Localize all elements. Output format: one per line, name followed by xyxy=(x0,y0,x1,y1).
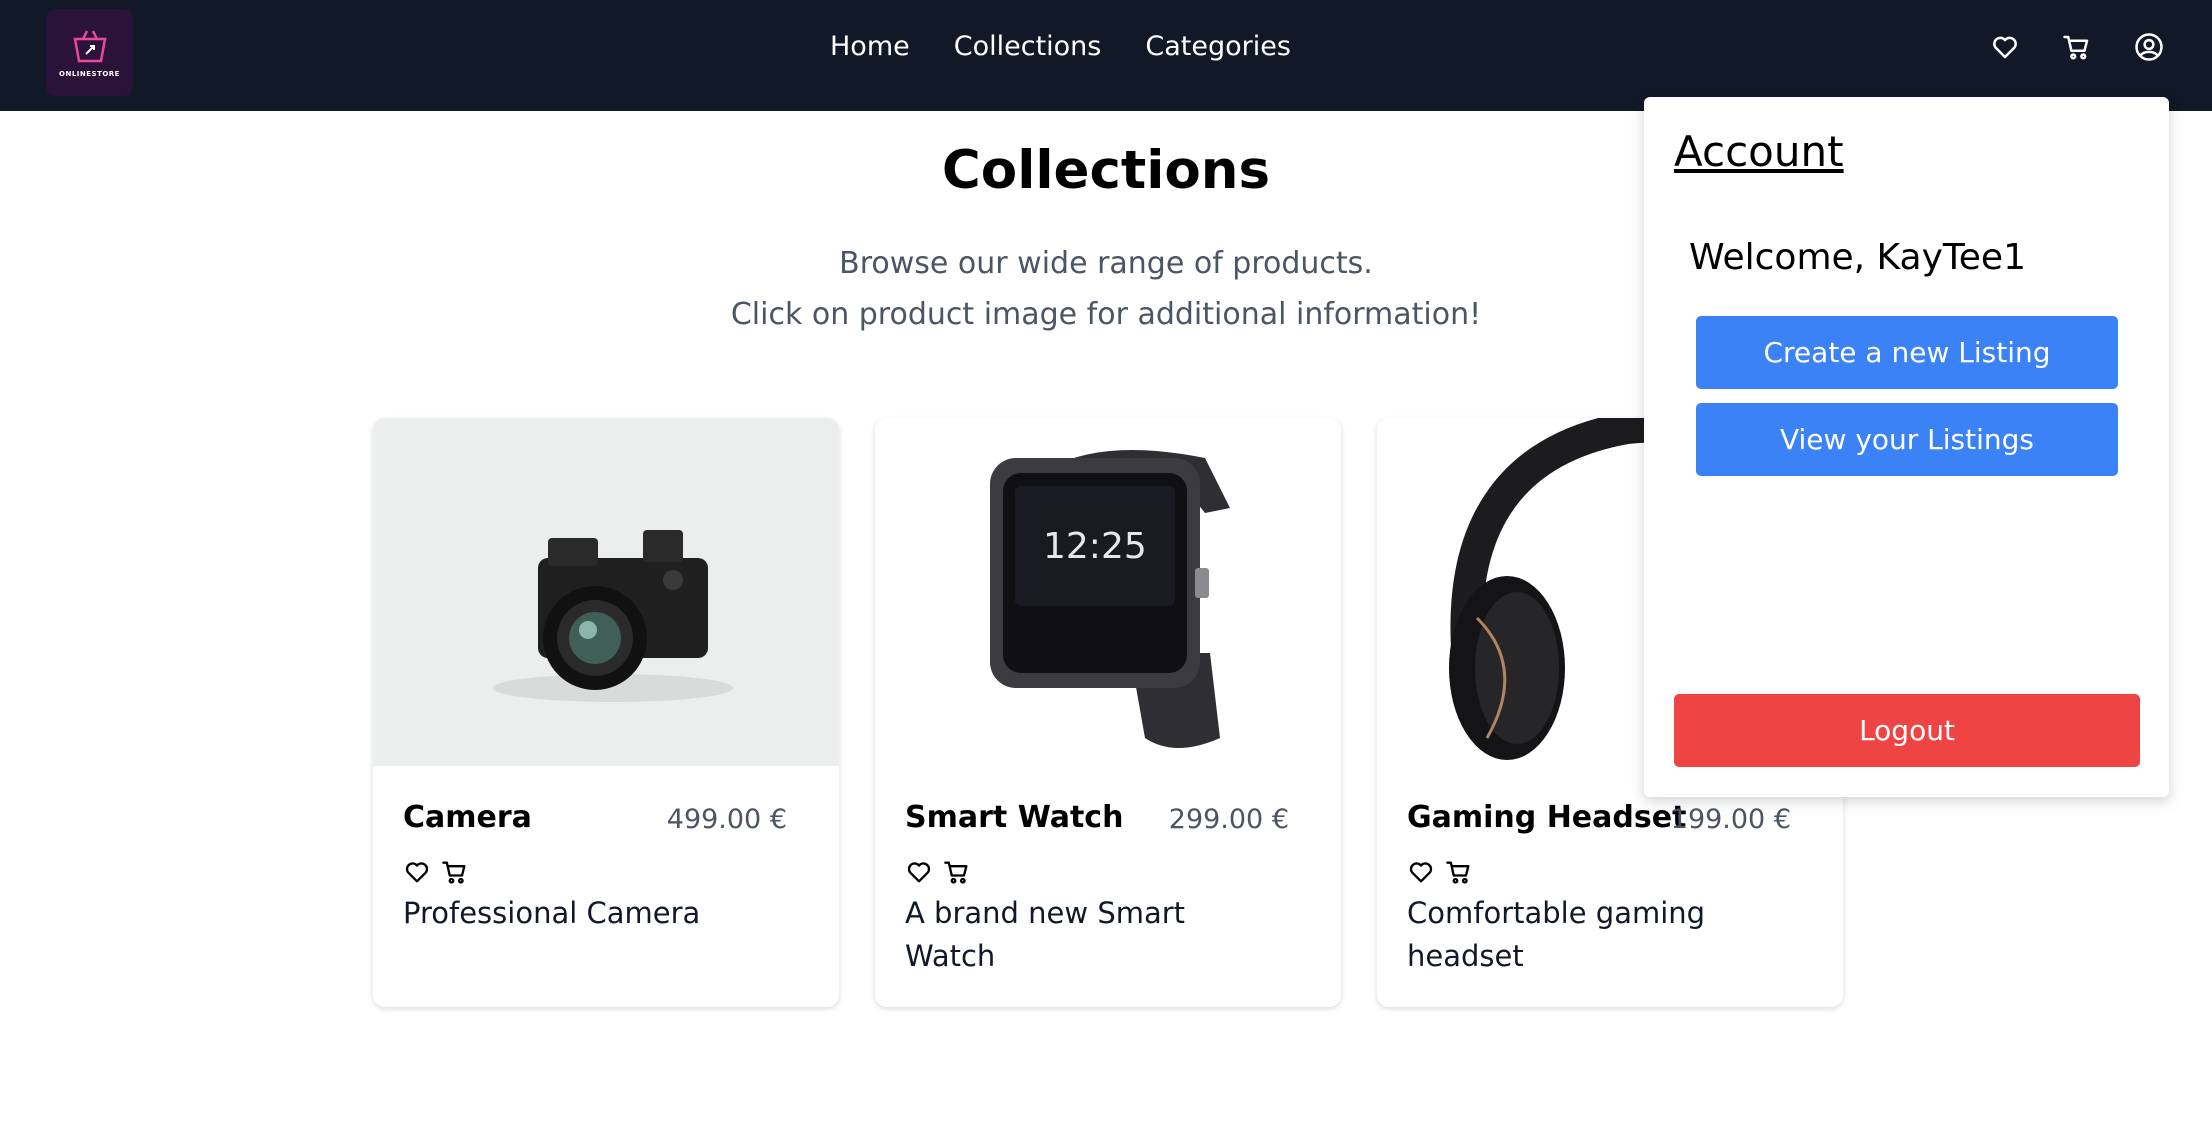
cart-icon[interactable] xyxy=(943,858,971,886)
nav-link-categories[interactable]: Categories xyxy=(1145,31,1291,62)
view-listings-button[interactable]: View your Listings xyxy=(1696,403,2118,476)
heart-icon[interactable] xyxy=(905,858,933,886)
svg-text:12:25: 12:25 xyxy=(1043,526,1147,567)
product-image-camera[interactable] xyxy=(373,418,839,766)
heart-icon[interactable] xyxy=(403,858,431,886)
account-dropdown: Account Welcome, KayTee1 Create a new Li… xyxy=(1644,97,2169,797)
create-listing-button[interactable]: Create a new Listing xyxy=(1696,316,2118,389)
cart-icon[interactable] xyxy=(441,858,469,886)
product-price: 299.00 € xyxy=(1168,804,1289,835)
user-circle-icon[interactable] xyxy=(2132,30,2166,64)
basket-logo-icon xyxy=(73,30,106,63)
product-actions xyxy=(905,858,971,886)
product-description: Comfortable gaming headset xyxy=(1407,896,1706,973)
cart-icon[interactable] xyxy=(1445,858,1473,886)
product-name[interactable]: Smart Watch xyxy=(905,800,1123,835)
product-card: Camera 499.00 € Professional Camera xyxy=(373,418,839,1007)
heart-icon[interactable] xyxy=(1407,858,1435,886)
nav-link-home[interactable]: Home xyxy=(830,31,910,62)
product-actions xyxy=(1407,858,1473,886)
product-description: A brand new Smart Watch xyxy=(905,896,1186,973)
product-price: 199.00 € xyxy=(1670,804,1791,835)
nav-links: Home Collections Categories xyxy=(830,31,1291,62)
account-title[interactable]: Account xyxy=(1674,127,1844,176)
welcome-text: Welcome, KayTee1 xyxy=(1689,237,2026,278)
nav-link-collections[interactable]: Collections xyxy=(954,31,1102,62)
product-price: 499.00 € xyxy=(666,804,787,835)
cart-icon[interactable] xyxy=(2060,30,2094,64)
store-logo[interactable]: ONLINESTORE xyxy=(46,9,133,96)
product-name[interactable]: Gaming Headset xyxy=(1407,800,1686,835)
heart-icon[interactable] xyxy=(1988,30,2022,64)
logo-text: ONLINESTORE xyxy=(59,70,120,78)
top-navbar: ONLINESTORE Home Collections Categories xyxy=(0,0,2212,111)
product-actions xyxy=(403,858,469,886)
product-image-smart-watch[interactable]: 12:25 xyxy=(875,418,1341,766)
logout-button[interactable]: Logout xyxy=(1674,694,2140,767)
product-name[interactable]: Camera xyxy=(403,800,532,835)
product-card: 12:25 Smart Watch 299.00 € A brand new S… xyxy=(875,418,1341,1007)
nav-icons xyxy=(1988,30,2166,64)
product-description: Professional Camera xyxy=(403,896,701,930)
